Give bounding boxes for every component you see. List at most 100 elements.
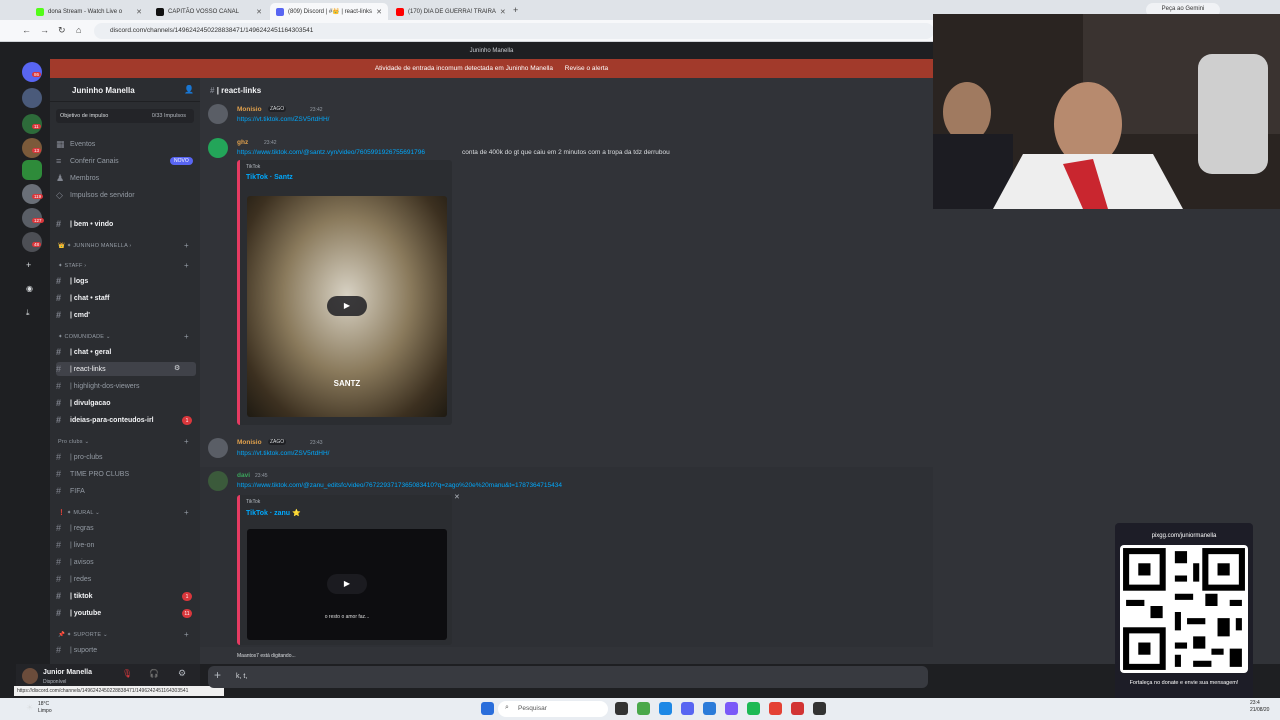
channel-tiktok[interactable]: # | tiktok: [56, 589, 196, 603]
tab-label: (809) Discord | #👑 | react-links: [288, 9, 372, 15]
start-icon[interactable]: [481, 702, 494, 715]
app-icon[interactable]: [813, 702, 826, 715]
add-channel-icon[interactable]: +: [184, 332, 189, 341]
message-link[interactable]: https://vt.tiktok.com/ZSV5rtdHH/: [237, 116, 329, 123]
composer-text[interactable]: k, t,: [236, 673, 247, 680]
category-proclubs[interactable]: Pro clubs ⌄: [58, 439, 89, 445]
category-juninho[interactable]: 👑 ✦ JUNINHO MANELLA ›: [58, 243, 131, 249]
channel-redes[interactable]: # | redes: [56, 572, 196, 586]
channel-chat-staff[interactable]: # | chat • staff: [56, 291, 196, 305]
video-thumbnail[interactable]: ▶ o resto o amor faz...: [247, 529, 447, 640]
browser-tab-capitao[interactable]: CAPITÃO VOSSO CANAL ✕: [150, 3, 268, 20]
sidebar-item-events[interactable]: ▦ Eventos: [56, 137, 196, 151]
sidebar-item-members[interactable]: ♟ Membros: [56, 171, 196, 185]
server-icon[interactable]: [22, 88, 42, 108]
channel-bem-vindo[interactable]: # | bem • vindo: [56, 217, 196, 231]
discover-icon[interactable]: ◉: [26, 284, 33, 293]
channel-live-on[interactable]: # | live-on: [56, 538, 196, 552]
add-channel-icon[interactable]: +: [184, 241, 189, 250]
remove-embed-icon[interactable]: ✕: [454, 493, 460, 501]
forward-icon[interactable]: →: [40, 25, 49, 35]
message-author[interactable]: Monisio: [237, 439, 262, 446]
app-icon[interactable]: [703, 702, 716, 715]
home-icon[interactable]: ⌂: [76, 25, 81, 35]
avatar[interactable]: [208, 138, 228, 158]
attach-icon[interactable]: +: [214, 668, 221, 682]
close-icon[interactable]: ✕: [496, 8, 506, 16]
channel-pro-clubs[interactable]: # | pro-clubs: [56, 450, 196, 464]
reload-icon[interactable]: ↻: [58, 25, 66, 36]
avatar[interactable]: [22, 668, 38, 684]
channel-cmd[interactable]: # | cmd': [56, 308, 196, 322]
mic-muted-icon[interactable]: 🎙: [122, 669, 132, 678]
server-name-header[interactable]: Juninho Manella: [50, 78, 200, 102]
embed-title[interactable]: TikTok · zanu ⭐: [246, 509, 301, 517]
browser-tab-kick[interactable]: dona Stream - Watch Live o ✕: [30, 3, 148, 20]
message-author[interactable]: davi: [237, 472, 250, 479]
add-channel-icon[interactable]: +: [184, 630, 189, 639]
close-icon[interactable]: ✕: [132, 8, 142, 16]
chrome-icon[interactable]: [769, 702, 782, 715]
app-icon[interactable]: [725, 702, 738, 715]
category-suporte[interactable]: 📌 ✦ SUPORTE ⌄: [58, 632, 108, 638]
close-icon[interactable]: ✕: [372, 8, 382, 16]
channel-suporte[interactable]: # | suporte: [56, 643, 196, 657]
edge-icon[interactable]: [659, 702, 672, 715]
channel-chat-geral[interactable]: # | chat • geral: [56, 345, 196, 359]
channel-time-pro-clubs[interactable]: # TIME PRO CLUBS: [56, 467, 196, 481]
app-icon[interactable]: [637, 702, 650, 715]
channel-youtube[interactable]: # | youtube: [56, 606, 196, 620]
message-composer[interactable]: + k, t,: [208, 666, 928, 688]
settings-icon[interactable]: ⚙: [174, 364, 180, 372]
add-channel-icon[interactable]: +: [184, 437, 189, 446]
new-tab-icon[interactable]: +: [513, 5, 518, 15]
deafen-icon[interactable]: 🎧: [149, 669, 159, 678]
weather-widget[interactable]: 18°C Limpo: [38, 701, 52, 715]
avatar[interactable]: [208, 471, 228, 491]
add-channel-icon[interactable]: +: [184, 508, 189, 517]
url-input[interactable]: discord.com/channels/1496242450228838471…: [94, 23, 934, 39]
play-icon[interactable]: ▶: [327, 574, 367, 594]
app-icon[interactable]: [791, 702, 804, 715]
message-author[interactable]: ghz: [237, 139, 248, 146]
tiktok-embed: TikTok TikTok · zanu ⭐ ▶ o resto o amor …: [237, 495, 452, 645]
channel-divulgacao[interactable]: # | divulgacao: [56, 396, 196, 410]
server-icon[interactable]: [22, 160, 42, 180]
download-icon[interactable]: ⤓: [26, 308, 30, 318]
discord-icon[interactable]: [681, 702, 694, 715]
category-staff[interactable]: ✦ STAFF ›: [58, 263, 86, 269]
message-link[interactable]: https://vt.tiktok.com/ZSV5rtdHH/: [237, 450, 329, 457]
channel-logs[interactable]: # | logs: [56, 274, 196, 288]
task-view-icon[interactable]: [615, 702, 628, 715]
back-icon[interactable]: ←: [22, 25, 31, 35]
clock[interactable]: 23:4 21/08/20: [1250, 700, 1269, 714]
avatar[interactable]: [208, 438, 228, 458]
video-thumbnail[interactable]: ▶ SANTZ: [247, 196, 447, 417]
message-author[interactable]: Monisio: [237, 106, 262, 113]
add-server-icon[interactable]: +: [26, 260, 31, 270]
boost-goal[interactable]: Objetivo de impulso 0/33 Impulsos: [56, 109, 194, 123]
message-link[interactable]: https://www.tiktok.com/@zanu_editsfc/vid…: [237, 482, 562, 489]
channel-regras[interactable]: # | regras: [56, 521, 196, 535]
donation-url: pixgg.com/juniormanella: [1151, 533, 1217, 539]
message-link[interactable]: https://www.tiktok.com/@santz.vyn/video/…: [237, 149, 425, 156]
browser-tab-discord[interactable]: (809) Discord | #👑 | react-links ✕: [270, 3, 388, 20]
add-channel-icon[interactable]: +: [184, 261, 189, 270]
category-mural[interactable]: ❗ ✦ MURAL ⌄: [58, 510, 100, 516]
close-icon[interactable]: ✕: [252, 8, 262, 16]
avatar[interactable]: [208, 104, 228, 124]
category-comunidade[interactable]: ✦ COMUNIDADE ⌄: [58, 334, 111, 340]
taskbar-search[interactable]: ⌕ Pesquisar: [498, 701, 608, 717]
invite-icon[interactable]: 👤: [184, 85, 194, 94]
spotify-icon[interactable]: [747, 702, 760, 715]
browser-tab-youtube[interactable]: (170) DIA DE GUERRA! TRAIRA ✕: [390, 3, 508, 20]
channel-ideias[interactable]: # ideias-para-conteudos-irl: [56, 413, 196, 427]
play-icon[interactable]: ▶: [327, 296, 367, 316]
review-alert-link[interactable]: Revise o alerta: [565, 65, 608, 72]
user-settings-icon[interactable]: ⚙: [178, 668, 186, 679]
channel-fifa[interactable]: # FIFA: [56, 484, 196, 498]
channel-avisos[interactable]: # | avisos: [56, 555, 196, 569]
sidebar-item-boosts[interactable]: ◇ Impulsos de servidor: [56, 188, 196, 202]
channel-highlight[interactable]: # | highlight-dos-viewers: [56, 379, 196, 393]
embed-title[interactable]: TikTok · Santz: [246, 174, 293, 181]
